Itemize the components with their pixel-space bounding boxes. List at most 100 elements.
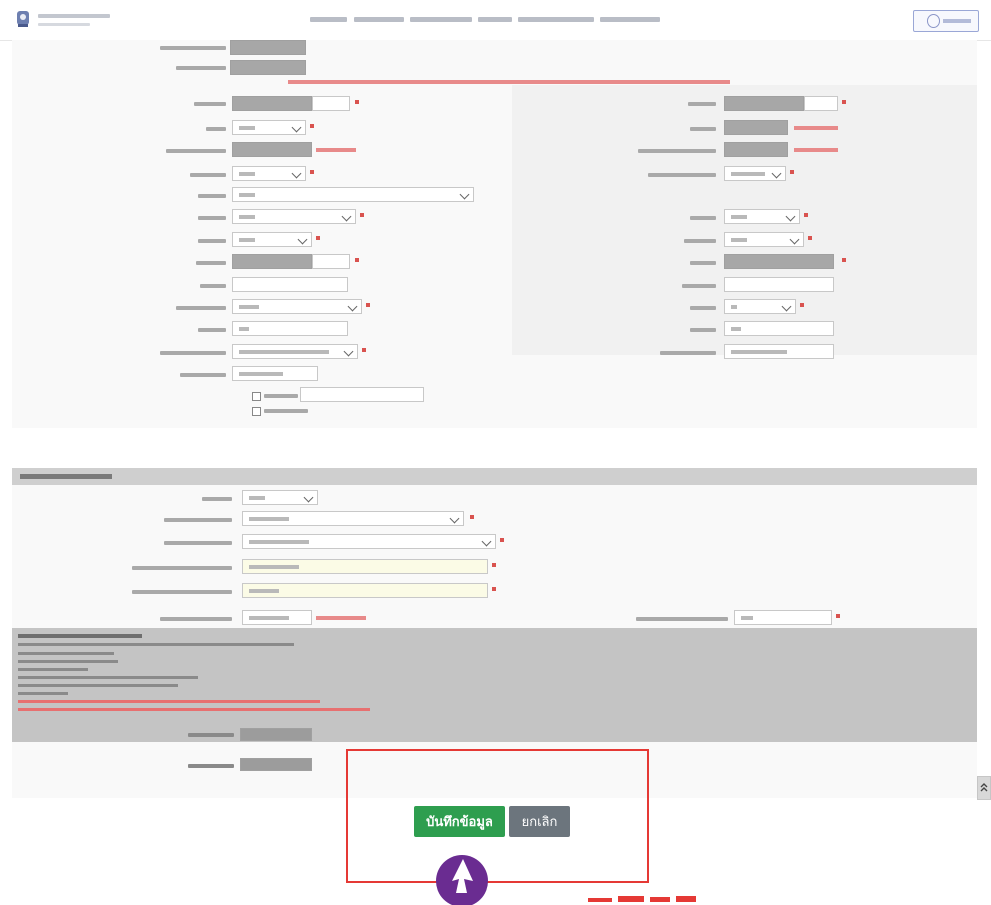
warning-note — [288, 80, 730, 84]
select-field[interactable] — [724, 209, 800, 224]
instruction-line — [18, 652, 114, 655]
scroll-top-button[interactable] — [977, 776, 991, 800]
required-mark — [362, 348, 366, 352]
field-label — [198, 194, 226, 198]
field-label — [690, 261, 716, 265]
select-field[interactable] — [242, 511, 464, 526]
nav-item-4[interactable] — [478, 17, 512, 22]
text-field[interactable] — [242, 583, 488, 598]
masked-field — [724, 142, 788, 157]
field-label — [132, 590, 232, 594]
text-field[interactable] — [312, 96, 350, 111]
field-label — [190, 173, 226, 177]
field-label — [176, 306, 226, 310]
cancel-button[interactable]: ยกเลิก — [509, 806, 570, 837]
required-mark — [804, 213, 808, 217]
section-title — [18, 634, 142, 638]
date-field[interactable] — [242, 610, 312, 625]
select-field[interactable] — [232, 299, 362, 314]
field-hint — [794, 126, 838, 130]
required-mark — [360, 213, 364, 217]
required-mark — [492, 587, 496, 591]
nav-item-3[interactable] — [410, 17, 472, 22]
field-hint — [316, 616, 366, 620]
select-field[interactable] — [724, 232, 804, 247]
instruction-line — [18, 692, 68, 695]
select-field[interactable] — [232, 209, 356, 224]
instruction-line — [18, 668, 88, 671]
field-label — [690, 328, 716, 332]
field-label — [660, 351, 716, 355]
field-label — [684, 239, 716, 243]
field-hint — [316, 148, 356, 152]
text-field[interactable] — [724, 321, 834, 336]
masked-field — [232, 142, 312, 157]
school-logo-icon[interactable] — [14, 9, 32, 29]
nav-item-5[interactable] — [518, 17, 594, 22]
app-title[interactable] — [38, 14, 110, 18]
warning-line — [18, 708, 370, 711]
field-label — [648, 173, 716, 177]
text-field[interactable] — [804, 96, 838, 111]
masked-field — [232, 254, 312, 269]
app-subtitle — [38, 23, 90, 26]
field-label — [188, 733, 234, 737]
text-field[interactable] — [734, 610, 832, 625]
select-field[interactable] — [242, 534, 496, 549]
nav-item-1[interactable] — [310, 17, 347, 22]
text-field[interactable] — [724, 277, 834, 292]
required-mark — [310, 170, 314, 174]
text-field[interactable] — [232, 321, 348, 336]
text-field[interactable] — [232, 366, 318, 381]
masked-field — [724, 254, 834, 269]
field-label — [164, 518, 232, 522]
field-label — [180, 373, 226, 377]
instruction-line — [18, 643, 294, 646]
masked-field — [240, 758, 312, 771]
login-label — [943, 19, 971, 23]
select-field[interactable] — [232, 187, 474, 202]
select-field[interactable] — [242, 490, 318, 505]
login-button[interactable] — [913, 10, 979, 32]
checkbox[interactable] — [252, 407, 261, 416]
select-field[interactable] — [232, 344, 358, 359]
account-section — [12, 628, 977, 742]
field-label — [198, 216, 226, 220]
masked-field — [724, 96, 804, 111]
checkbox-label — [264, 394, 298, 398]
select-field[interactable] — [232, 166, 306, 181]
required-mark — [355, 100, 359, 104]
masked-field — [230, 60, 306, 75]
text-field[interactable] — [300, 387, 424, 402]
required-mark — [310, 124, 314, 128]
field-label — [206, 127, 226, 131]
select-field[interactable] — [232, 120, 306, 135]
field-hint — [794, 148, 838, 152]
text-field[interactable] — [724, 344, 834, 359]
checkbox[interactable] — [252, 392, 261, 401]
required-mark — [316, 236, 320, 240]
field-label — [160, 617, 232, 621]
required-mark — [470, 515, 474, 519]
select-field[interactable] — [724, 299, 796, 314]
field-label — [198, 328, 226, 332]
text-field[interactable] — [242, 559, 488, 574]
required-mark — [800, 303, 804, 307]
field-label — [164, 541, 232, 545]
save-button[interactable]: บันทึกข้อมูล — [414, 806, 505, 837]
required-mark — [836, 614, 840, 618]
text-field[interactable] — [312, 254, 350, 269]
instruction-line — [18, 684, 178, 687]
required-mark — [808, 236, 812, 240]
field-label — [160, 46, 226, 50]
nav-item-6[interactable] — [600, 17, 660, 22]
masked-field — [724, 120, 788, 135]
text-field[interactable] — [232, 277, 348, 292]
select-field[interactable] — [724, 166, 786, 181]
field-label — [160, 351, 226, 355]
field-label — [690, 216, 716, 220]
field-label — [682, 284, 716, 288]
nav-item-2[interactable] — [354, 17, 404, 22]
field-label — [690, 127, 716, 131]
select-field[interactable] — [232, 232, 312, 247]
